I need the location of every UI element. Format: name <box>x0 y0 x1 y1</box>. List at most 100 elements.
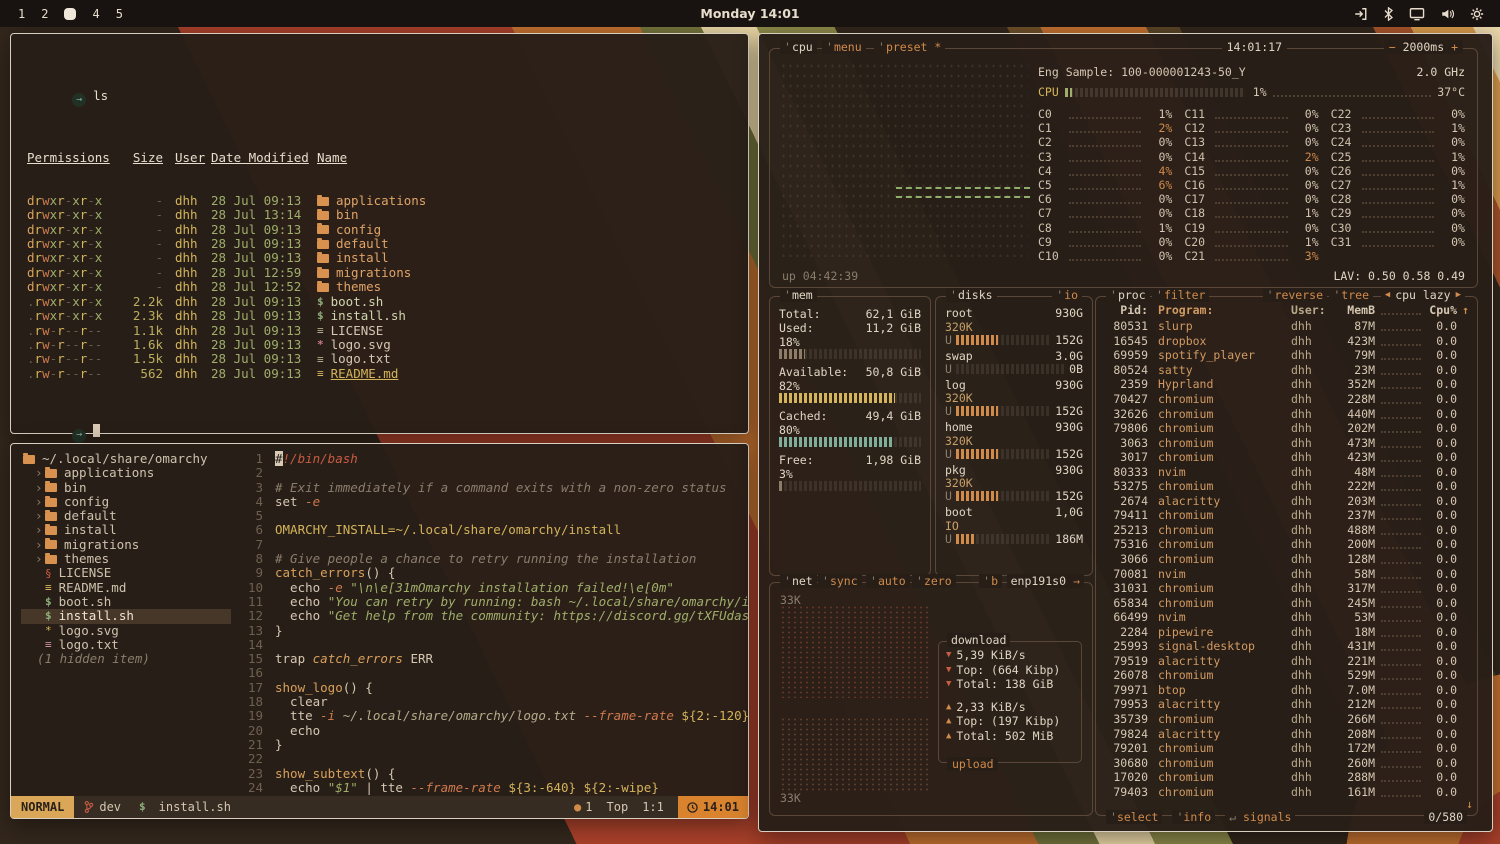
proc-panel-title: proc <box>1106 288 1150 302</box>
tree-item-logo.txt[interactable]: ≡logo.txt <box>21 638 233 652</box>
process-row[interactable]: 32626chromiumdhh440M0.0 <box>1096 406 1477 421</box>
chevron-icon <box>35 624 45 638</box>
process-row[interactable]: 69959spotify_playerdhh79M0.0 <box>1096 348 1477 363</box>
menu-button[interactable]: menu <box>822 40 866 54</box>
bluetooth-icon[interactable] <box>1383 7 1394 21</box>
process-row[interactable]: 2674alacrittydhh203M0.0 <box>1096 494 1477 509</box>
reverse-button[interactable]: reverse <box>1263 288 1327 302</box>
cpu-total-bar <box>1065 88 1245 97</box>
tree-item-themes[interactable]: ›themes <box>21 552 233 566</box>
tree-button[interactable]: tree <box>1329 288 1373 302</box>
chevron-icon <box>35 609 45 623</box>
process-row[interactable]: 25993signal-desktopdhh431M0.0 <box>1096 639 1477 654</box>
folder-icon <box>317 254 329 263</box>
process-row[interactable]: 79403chromiumdhh161M0.0 <box>1096 785 1477 800</box>
mem-stat-percent: 3% <box>779 467 921 480</box>
process-row[interactable]: 79201chromiumdhh172M0.0 <box>1096 741 1477 756</box>
process-row[interactable]: 70081nvimdhh58M0.0 <box>1096 566 1477 581</box>
network-panel: net sync auto zero b enp191s0 → 33K 33K … <box>769 582 1093 816</box>
tree-root[interactable]: ~/.local/share/omarchy <box>21 452 233 466</box>
code-line: 11 echo "You can retry by running: bash … <box>233 595 748 609</box>
cpu-core-row: C170% <box>1184 192 1318 206</box>
sort-right-icon[interactable]: ▶ <box>1456 288 1461 302</box>
process-row[interactable]: 2359Hyprlanddhh352M0.0 <box>1096 377 1477 392</box>
code-line: 20 echo <box>233 724 748 738</box>
preset-button[interactable]: preset * <box>874 40 945 54</box>
process-row[interactable]: 16545dropboxdhh423M0.0 <box>1096 334 1477 349</box>
process-row[interactable]: 65834chromiumdhh245M0.0 <box>1096 595 1477 610</box>
tree-item-logo.svg[interactable]: *logo.svg <box>21 624 233 638</box>
sort-left-icon[interactable]: ◀ <box>1385 288 1390 302</box>
process-row[interactable]: 3066chromiumdhh128M0.0 <box>1096 552 1477 567</box>
workspace-button[interactable]: 1 <box>18 7 25 21</box>
process-row[interactable]: 3017chromiumdhh423M0.0 <box>1096 450 1477 465</box>
process-row[interactable]: 79953alacrittydhh212M0.0 <box>1096 697 1477 712</box>
update-interval[interactable]: − 2000ms + <box>1384 40 1463 54</box>
info-button[interactable]: info <box>1172 810 1215 824</box>
tree-item-label: migrations <box>64 538 139 552</box>
tree-item-default[interactable]: ›default <box>21 509 233 523</box>
shell-icon: $ <box>317 311 324 321</box>
tree-item-LICENSE[interactable]: §LICENSE <box>21 566 233 580</box>
process-row[interactable]: 79806chromiumdhh202M0.0 <box>1096 421 1477 436</box>
io-toggle[interactable]: io <box>1052 288 1082 302</box>
tree-item-bin[interactable]: ›bin <box>21 481 233 495</box>
process-row[interactable]: 80531slurpdhh87M0.0 <box>1096 319 1477 334</box>
workspace-active-indicator[interactable] <box>64 8 76 20</box>
process-row[interactable]: 79971btopdhh7.0M0.0 <box>1096 683 1477 698</box>
code-line: 15trap catch_errors ERR <box>233 652 748 666</box>
process-row[interactable]: 70427chromiumdhh228M0.0 <box>1096 392 1477 407</box>
tree-item-README.md[interactable]: ≡README.md <box>21 581 233 595</box>
cpu-core-row: C231% <box>1331 121 1465 135</box>
chevron-icon: › <box>35 495 45 509</box>
process-row[interactable]: 79519alacrittydhh221M0.0 <box>1096 654 1477 669</box>
process-row[interactable]: 17020chromiumdhh288M0.0 <box>1096 770 1477 785</box>
tree-item-config[interactable]: ›config <box>21 495 233 509</box>
logout-icon[interactable] <box>1353 7 1368 21</box>
tree-item-label: logo.txt <box>59 638 119 652</box>
process-row[interactable]: 75316chromiumdhh200M0.0 <box>1096 537 1477 552</box>
select-button[interactable]: select <box>1106 810 1162 824</box>
workspace-button[interactable]: 4 <box>92 7 99 21</box>
process-count: 0/580 <box>1424 810 1467 824</box>
process-row[interactable]: 31031chromiumdhh317M0.0 <box>1096 581 1477 596</box>
process-row[interactable]: 79411chromiumdhh237M0.0 <box>1096 508 1477 523</box>
mem-panel-title: mem <box>780 288 817 302</box>
process-row[interactable]: 25213chromiumdhh488M0.0 <box>1096 523 1477 538</box>
tree-item-migrations[interactable]: ›migrations <box>21 538 233 552</box>
screenshare-icon[interactable] <box>1409 7 1425 21</box>
workspace-switcher: 1 2 4 5 <box>0 7 123 21</box>
workspace-button[interactable]: 5 <box>116 7 123 21</box>
disks-panel-title: disks <box>946 288 997 302</box>
sort-selector[interactable]: ◀cpu lazy▶ <box>1381 288 1465 302</box>
tree-root-label: ~/.local/share/omarchy <box>42 452 208 466</box>
tree-item-install.sh[interactable]: $install.sh <box>21 609 231 623</box>
scroll-down-icon[interactable]: ↓ <box>1466 797 1473 811</box>
process-row[interactable]: 3063chromiumdhh473M0.0 <box>1096 435 1477 450</box>
process-row[interactable]: 66499nvimdhh53M0.0 <box>1096 610 1477 625</box>
process-row[interactable]: 35739chromiumdhh266M0.0 <box>1096 712 1477 727</box>
terminal-window: →ls PermissionsSizeUserDate ModifiedName… <box>10 33 749 434</box>
process-row[interactable]: 30680chromiumdhh260M0.0 <box>1096 755 1477 770</box>
tree-item-applications[interactable]: ›applications <box>21 466 233 480</box>
process-row[interactable]: 80333nvimdhh48M0.0 <box>1096 464 1477 479</box>
process-row[interactable]: 53275chromiumdhh222M0.0 <box>1096 479 1477 494</box>
process-row[interactable]: 2284pipewiredhh18M0.0 <box>1096 624 1477 639</box>
process-row[interactable]: 80524sattydhh23M0.0 <box>1096 363 1477 378</box>
signals-button[interactable]: signals <box>1225 810 1295 824</box>
process-row[interactable]: 79824alacrittydhh208M0.0 <box>1096 726 1477 741</box>
down-arrow-icon: ▼ <box>946 677 951 691</box>
workspace-button[interactable]: 2 <box>41 7 48 21</box>
volume-icon[interactable] <box>1440 7 1455 21</box>
settings-icon[interactable] <box>1470 7 1484 21</box>
tree-item-boot.sh[interactable]: $boot.sh <box>21 595 233 609</box>
sort-direction-icon[interactable]: ↑ <box>1457 303 1469 317</box>
filter-button[interactable]: filter <box>1152 288 1209 302</box>
disk-activity: IO <box>945 519 1083 533</box>
shell-icon: $ <box>45 611 52 621</box>
statusline-filename: $ install.sh <box>131 800 239 814</box>
tree-item-install[interactable]: ›install <box>21 523 233 537</box>
code-editor[interactable]: 1#!/bin/bash23# Exit immediately if a co… <box>233 444 748 796</box>
process-row[interactable]: 26078chromiumdhh529M0.0 <box>1096 668 1477 683</box>
disk-activity: 320K <box>945 476 1083 490</box>
